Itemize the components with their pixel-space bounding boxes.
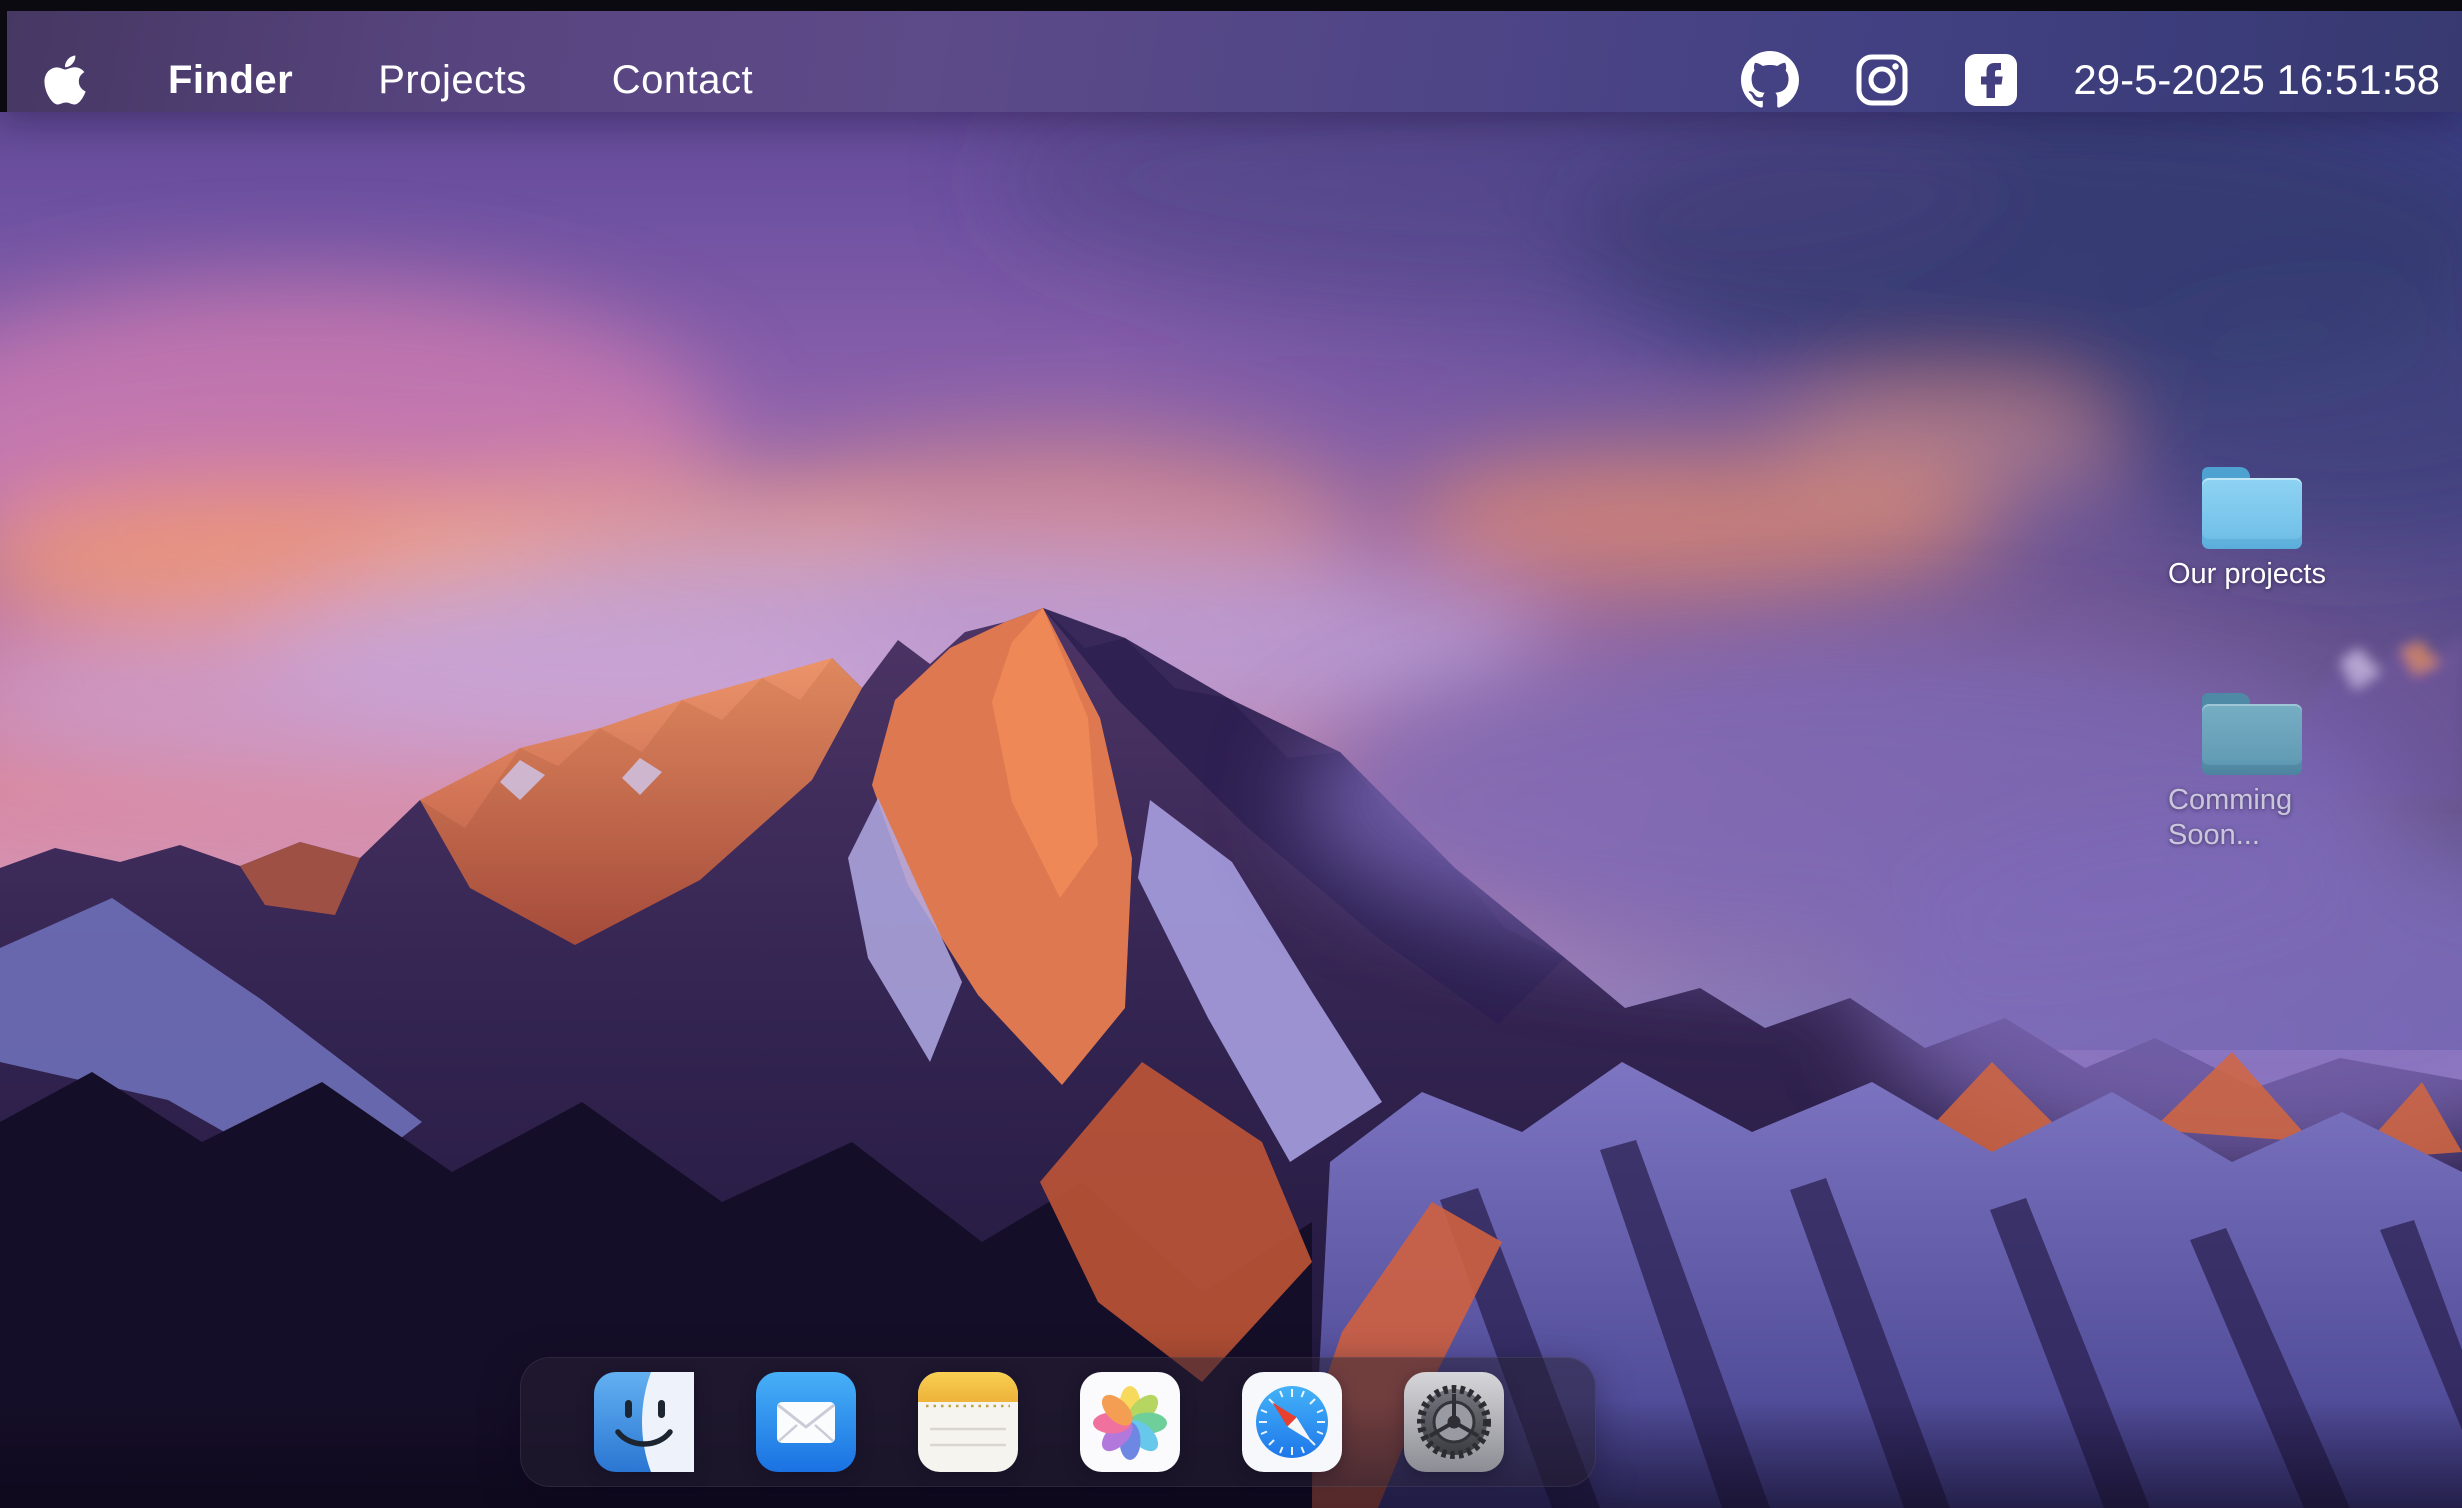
instagram-icon[interactable]	[1855, 53, 1909, 107]
desktop-folder-our-projects[interactable]: Our projects	[2168, 467, 2338, 592]
dock-icon-finder[interactable]	[594, 1372, 694, 1472]
github-icon[interactable]	[1741, 51, 1800, 109]
dock-icon-safari[interactable]	[1242, 1372, 1342, 1472]
apple-icon[interactable]	[42, 52, 88, 108]
folder-label: Comming Soon...	[2168, 784, 2293, 851]
menu-item-finder[interactable]: Finder	[168, 58, 293, 103]
menu-bar: Finder Projects Contact 29-5-2025 16:51:…	[0, 0, 2462, 112]
folder-icon	[2202, 693, 2302, 775]
menu-items: Finder Projects Contact	[168, 58, 753, 103]
folder-label: Our projects	[2168, 558, 2326, 590]
dock-icon-settings[interactable]	[1404, 1372, 1504, 1472]
dock-icon-mail[interactable]	[756, 1372, 856, 1472]
folder-icon	[2202, 467, 2302, 549]
facebook-icon[interactable]	[1965, 54, 2018, 106]
dock	[520, 1357, 1596, 1487]
menu-item-projects[interactable]: Projects	[378, 58, 527, 103]
desktop-folder-comming-soon[interactable]: Comming Soon...	[2168, 693, 2318, 853]
menu-bar-clock: 29-5-2025 16:51:58	[2073, 56, 2440, 103]
dock-icon-photos[interactable]	[1080, 1372, 1180, 1472]
desktop-wallpaper	[0, 0, 2462, 1508]
menu-item-contact[interactable]: Contact	[612, 58, 753, 103]
dock-icon-notes[interactable]	[918, 1372, 1018, 1472]
menu-bar-inner: Finder Projects Contact 29-5-2025 16:51:…	[0, 50, 2462, 110]
menu-bar-right: 29-5-2025 16:51:58	[1741, 51, 2440, 109]
